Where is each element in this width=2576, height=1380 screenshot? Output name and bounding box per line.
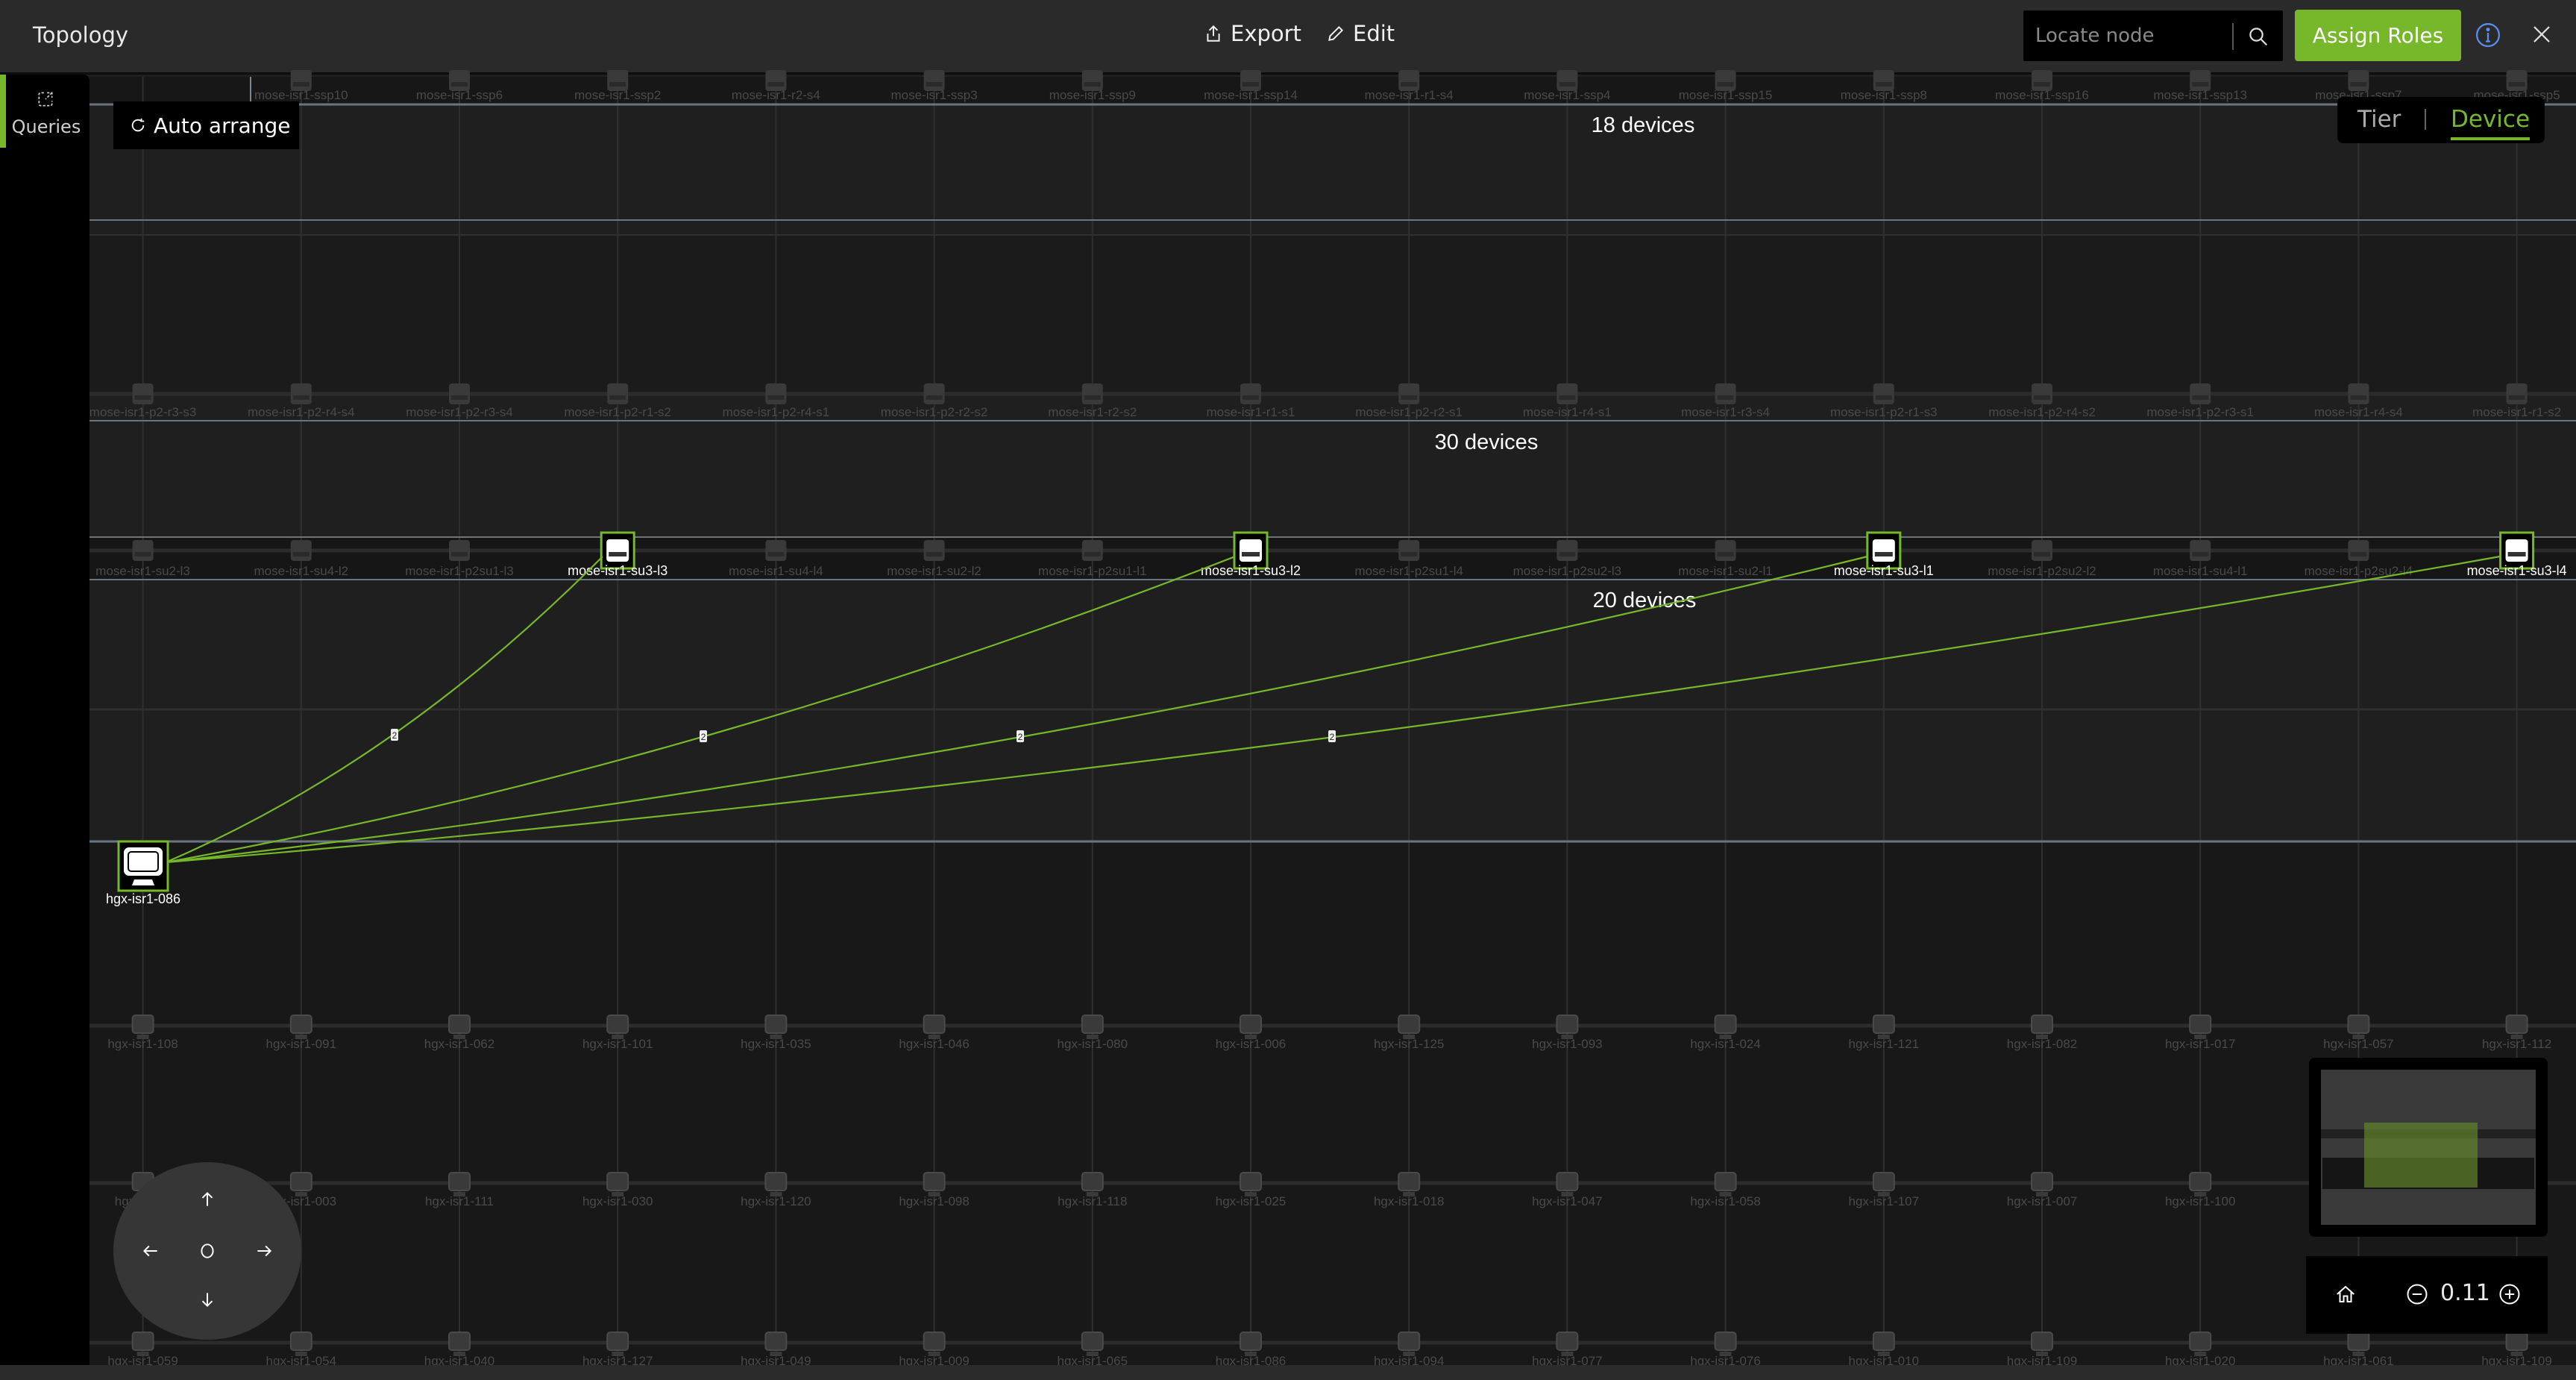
pencil-icon bbox=[1328, 25, 1344, 41]
minimap-view bbox=[2321, 1070, 2536, 1225]
zoom-level: 0.11 bbox=[2440, 1280, 2490, 1306]
pan-up-button[interactable] bbox=[192, 1185, 222, 1214]
edit-button[interactable]: Edit bbox=[1326, 21, 1395, 46]
zoom-controls: 0.11 bbox=[2306, 1256, 2548, 1334]
page-title: Topology bbox=[33, 22, 129, 48]
pan-control bbox=[113, 1162, 301, 1340]
arrow-left-icon bbox=[142, 1245, 157, 1257]
recenter-button[interactable] bbox=[192, 1236, 222, 1266]
export-button[interactable]: Export bbox=[1204, 21, 1301, 46]
assign-roles-button[interactable]: Assign Roles bbox=[2295, 10, 2461, 61]
minimap[interactable] bbox=[2309, 1058, 2548, 1237]
refresh-icon bbox=[131, 118, 145, 132]
toggle-tier[interactable]: Tier bbox=[2357, 106, 2401, 133]
search-icon[interactable] bbox=[2247, 25, 2269, 48]
auto-arrange-label: Auto arrange bbox=[154, 113, 291, 138]
info-icon[interactable] bbox=[2475, 22, 2501, 48]
sidebar-item-queries[interactable]: Queries bbox=[0, 75, 89, 148]
sidebar-item-label: Queries bbox=[11, 116, 81, 137]
arrow-down-icon bbox=[201, 1293, 213, 1308]
close-icon[interactable] bbox=[2531, 23, 2553, 46]
pan-left-button[interactable] bbox=[136, 1236, 166, 1266]
search-divider bbox=[2232, 23, 2234, 50]
pan-down-button[interactable] bbox=[192, 1285, 222, 1314]
queries-icon bbox=[38, 92, 53, 107]
minimap-viewport[interactable] bbox=[2364, 1123, 2478, 1188]
edit-label: Edit bbox=[1353, 21, 1395, 46]
auto-arrange-button[interactable]: Auto arrange bbox=[113, 101, 299, 149]
toggle-divider bbox=[2425, 109, 2426, 130]
arrow-up-icon bbox=[201, 1191, 213, 1206]
pan-right-button[interactable] bbox=[249, 1236, 279, 1266]
top-bar: Topology Export Edit Assign Roles bbox=[0, 0, 2576, 75]
home-icon[interactable] bbox=[2334, 1283, 2357, 1305]
topology-canvas[interactable] bbox=[89, 75, 2576, 1365]
canvas-scrollbar-track bbox=[0, 1365, 2576, 1380]
sidebar: Queries bbox=[0, 75, 89, 1365]
zoom-in-icon[interactable] bbox=[2498, 1283, 2521, 1305]
view-toggle: Tier Device bbox=[2337, 97, 2545, 143]
locate-node-input[interactable] bbox=[2023, 10, 2225, 61]
export-icon bbox=[1207, 25, 1220, 42]
zoom-out-icon[interactable] bbox=[2406, 1283, 2428, 1305]
recenter-icon bbox=[201, 1243, 214, 1258]
toggle-device[interactable]: Device bbox=[2451, 106, 2531, 140]
export-label: Export bbox=[1231, 21, 1301, 46]
arrow-right-icon bbox=[257, 1245, 272, 1257]
locate-node-field bbox=[2023, 10, 2283, 61]
